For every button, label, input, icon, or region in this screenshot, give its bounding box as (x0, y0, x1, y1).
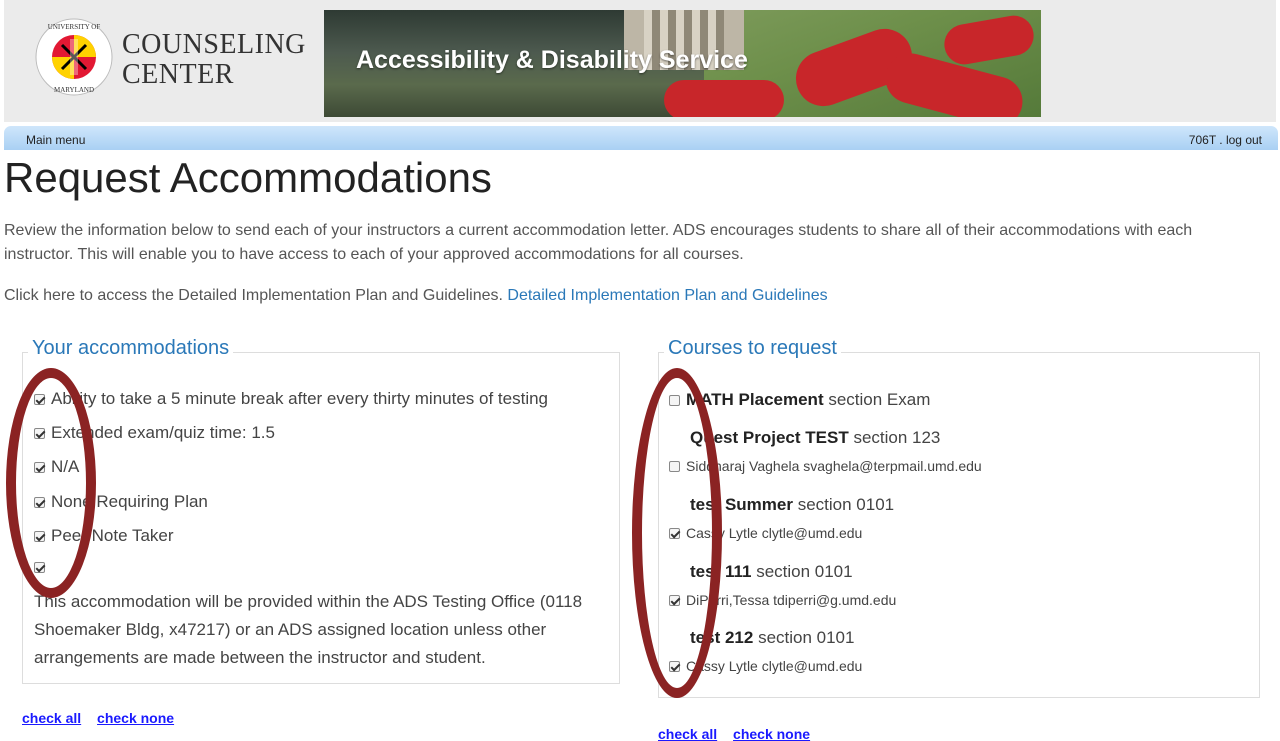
course-heading: test 212 section 0101 (690, 628, 854, 648)
accommodation-item[interactable]: Ability to take a 5 minute break after e… (34, 389, 548, 409)
course-section: section 0101 (797, 495, 895, 514)
menu-bar: Main menu 706T . log out (4, 126, 1278, 150)
counseling-center-wordmark[interactable]: COUNSELING CENTER (122, 30, 306, 90)
course-section: section Exam (828, 390, 931, 409)
course-item[interactable]: MATH Placement section Exam (669, 390, 930, 410)
guidelines-text: Click here to access the Detailed Implem… (4, 287, 503, 304)
courses-check-all-link[interactable]: check all (658, 726, 717, 741)
user-area: 706T . log out (1189, 133, 1262, 147)
course-name: MATH Placement (686, 390, 824, 409)
accommodations-title: Your accommodations (28, 337, 234, 360)
main-menu-link[interactable]: Main menu (26, 133, 85, 147)
courses-title: Courses to request (664, 337, 841, 360)
site-header: UNIVERSITY OF MARYLAND COUNSELING CENTER… (4, 0, 1276, 122)
guidelines-link[interactable]: Detailed Implementation Plan and Guideli… (507, 287, 827, 304)
banner-image: Accessibility & Disability Service (324, 10, 1041, 117)
banner-title: Accessibility & Disability Service (356, 46, 748, 74)
university-seal-logo[interactable]: UNIVERSITY OF MARYLAND (34, 17, 114, 97)
course-heading: Quest Project TEST section 123 (690, 428, 940, 448)
wordmark-line2: CENTER (122, 59, 234, 90)
intro-text: Review the information below to send eac… (4, 222, 1193, 263)
instructor-label: Cassy Lytle clytle@umd.edu (686, 658, 863, 674)
accommodation-label: Ability to take a 5 minute break after e… (51, 389, 549, 408)
user-separator: . (1219, 133, 1223, 147)
seal-text-top: UNIVERSITY OF (48, 23, 101, 31)
course-section: section 0101 (756, 562, 853, 581)
guidelines-line: Click here to access the Detailed Implem… (4, 287, 828, 305)
user-id: 706T (1188, 133, 1216, 147)
course-section: section 0101 (758, 628, 855, 647)
wordmark-line1: COUNSELING (122, 29, 306, 60)
page-title: Request Accommodations (4, 154, 492, 201)
instructor-label: Siddharaj Vaghela svaghela@terpmail.umd.… (686, 458, 982, 474)
accommodations-check-all-link[interactable]: check all (22, 710, 81, 726)
seal-text-bottom: MARYLAND (54, 86, 94, 94)
courses-check-none-link[interactable]: check none (733, 726, 810, 741)
accommodation-note: This accommodation will be provided with… (34, 592, 583, 667)
accommodations-check-links: check all check none (22, 710, 186, 726)
accommodations-check-none-link[interactable]: check none (97, 710, 174, 726)
courses-check-links: check all check none (658, 726, 822, 741)
annotation-oval-left (6, 368, 96, 598)
course-section: section 123 (853, 428, 941, 447)
annotation-oval-right (632, 368, 722, 698)
logout-link[interactable]: log out (1226, 133, 1262, 147)
